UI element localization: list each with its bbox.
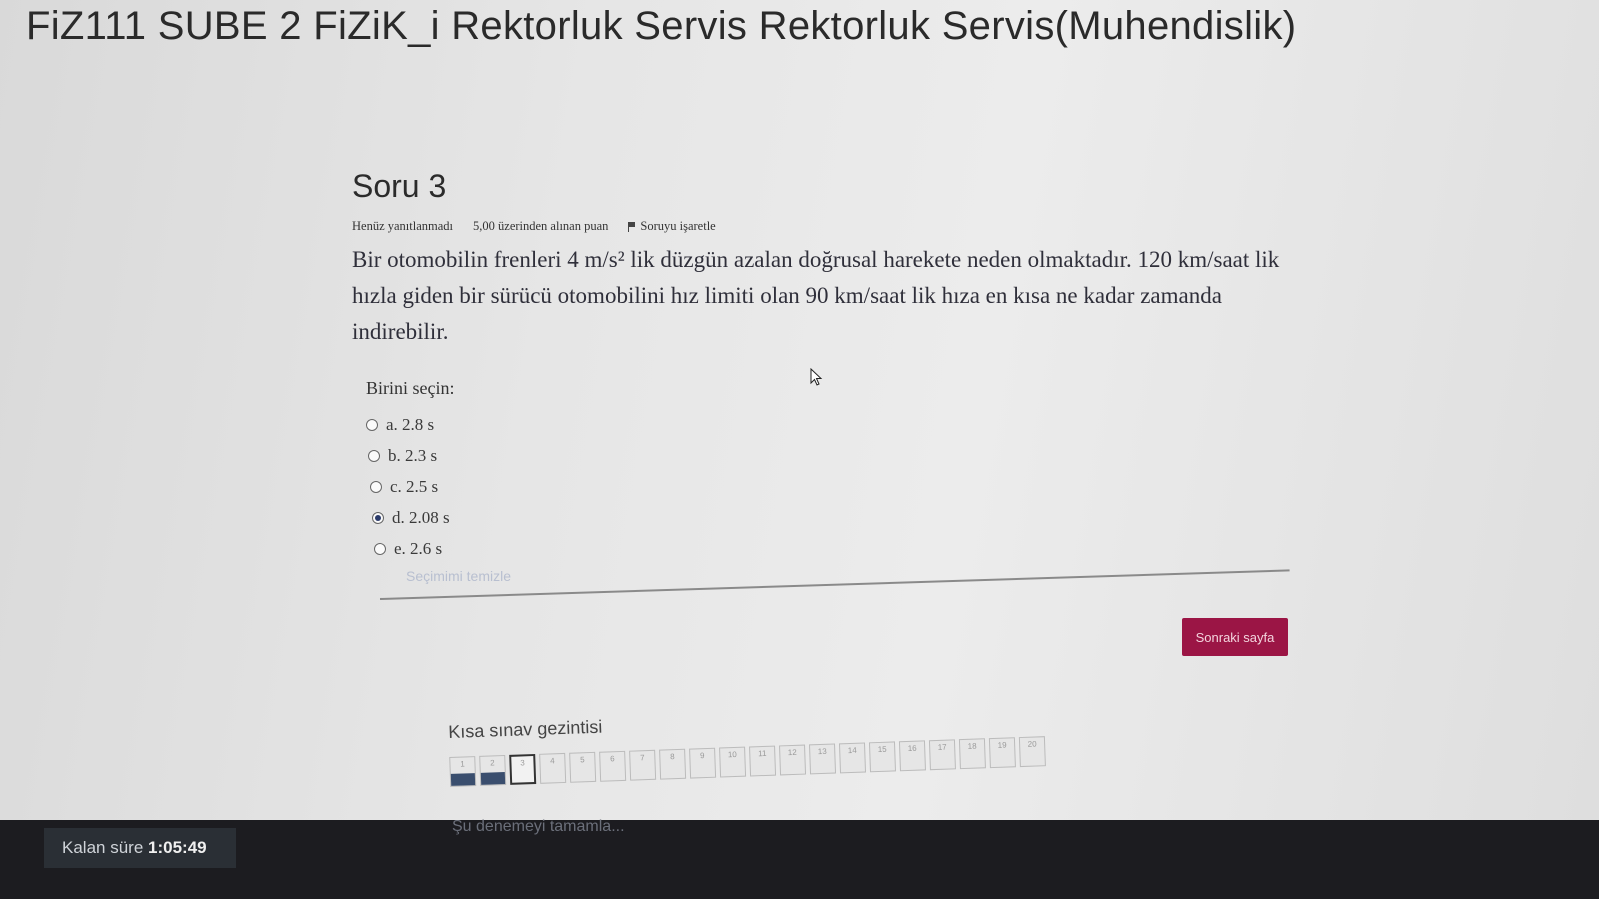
question-panel: Soru 3 Henüz yanıtlanmadı 5,00 üzerinden… [352, 168, 1292, 350]
quiz-nav-button[interactable]: 4 [539, 752, 567, 784]
quiz-nav-button[interactable]: 17 [928, 739, 956, 771]
clear-selection-link[interactable]: Seçimimi temizle [406, 568, 511, 584]
timer-value: 1:05:49 [148, 838, 207, 857]
quiz-nav-button[interactable]: 1 [449, 756, 477, 787]
browser-viewport: FiZ111 SUBE 2 FiZiK_i Rektorluk Servis R… [0, 0, 1599, 820]
quiz-nav-button[interactable]: 10 [719, 746, 747, 778]
quiz-nav-button[interactable]: 5 [569, 751, 597, 783]
quiz-nav-button[interactable]: 12 [779, 744, 807, 776]
radio-button[interactable] [372, 511, 384, 524]
timer-label: Kalan süre [62, 838, 144, 857]
quiz-nav-button[interactable]: 20 [1018, 736, 1046, 768]
radio-button[interactable] [374, 542, 386, 555]
flag-question-link[interactable]: Soruyu işaretle [628, 219, 716, 234]
question-info: Henüz yanıtlanmadı 5,00 üzerinden alınan… [352, 219, 1292, 234]
radio-button[interactable] [368, 449, 380, 462]
timer: Kalan süre 1:05:49 [44, 828, 236, 868]
quiz-nav-button[interactable]: 16 [898, 740, 926, 772]
answer-option[interactable]: b. 2.3 s [368, 440, 511, 471]
finish-attempt-link[interactable]: Şu denemeyi tamamla... [452, 818, 625, 836]
flag-icon [628, 221, 636, 232]
answer-option-label: d. 2.08 s [392, 507, 450, 527]
quiz-navigation: Kısa sınav gezintisi 1 2 3 4 5 6 7 8 9 10 11 12 13 14… [448, 701, 1046, 787]
answer-prompt: Birini seçin: [366, 378, 455, 398]
quiz-nav-button[interactable]: 9 [689, 747, 717, 779]
quiz-nav-button[interactable]: 11 [749, 745, 777, 777]
quiz-nav-button[interactable]: 7 [629, 749, 657, 781]
answer-option-label: e. 2.6 s [394, 538, 443, 558]
answer-option-label: b. 2.3 s [388, 445, 438, 465]
quiz-navigation-title: Kısa sınav gezintisi [448, 716, 603, 742]
question-points: 5,00 üzerinden alınan puan [473, 219, 609, 233]
question-title: Soru 3 [352, 168, 447, 204]
question-text: Bir otomobilin frenleri 4 m/s² lik düzgü… [352, 247, 1280, 344]
quiz-nav-button[interactable]: 13 [809, 743, 837, 775]
answer-option[interactable]: d. 2.08 s [372, 502, 511, 533]
answer-options: a. 2.8 s b. 2.3 s c. 2.5 s d. 2.08 s e. 2.6 … [366, 409, 511, 564]
answer-option[interactable]: a. 2.8 s [366, 409, 511, 440]
quiz-navigation-grid: 1 2 3 4 5 6 7 8 9 10 11 12 13 14 15 16 17 18 19 20 [449, 736, 1046, 787]
answer-option-label: a. 2.8 s [386, 414, 435, 434]
quiz-nav-button[interactable]: 2 [479, 755, 507, 786]
quiz-nav-button[interactable]: 15 [868, 741, 896, 773]
page-title: FiZ111 SUBE 2 FiZiK_i Rektorluk Servis R… [26, 4, 1297, 48]
quiz-nav-button[interactable]: 8 [659, 748, 687, 780]
flag-label: Soruyu işaretle [640, 219, 716, 233]
question-status: Henüz yanıtlanmadı [352, 219, 454, 233]
quiz-nav-button[interactable]: 18 [958, 738, 986, 770]
quiz-nav-button[interactable]: 14 [838, 742, 867, 774]
quiz-nav-button[interactable]: 3 [509, 753, 537, 785]
answer-option[interactable]: c. 2.5 s [370, 471, 511, 502]
answer-option-label: c. 2.5 s [390, 476, 439, 496]
answer-block: Birini seçin: a. 2.8 s b. 2.3 s c. 2.5 s d.… [366, 378, 511, 584]
quiz-nav-button[interactable]: 6 [599, 750, 627, 782]
quiz-nav-button[interactable]: 19 [988, 737, 1016, 769]
radio-button[interactable] [366, 418, 378, 431]
radio-button[interactable] [370, 480, 382, 493]
answer-option[interactable]: e. 2.6 s [374, 533, 511, 564]
mouse-cursor-icon [810, 368, 823, 386]
divider [379, 569, 1290, 600]
next-page-button[interactable]: Sonraki sayfa [1182, 618, 1288, 656]
